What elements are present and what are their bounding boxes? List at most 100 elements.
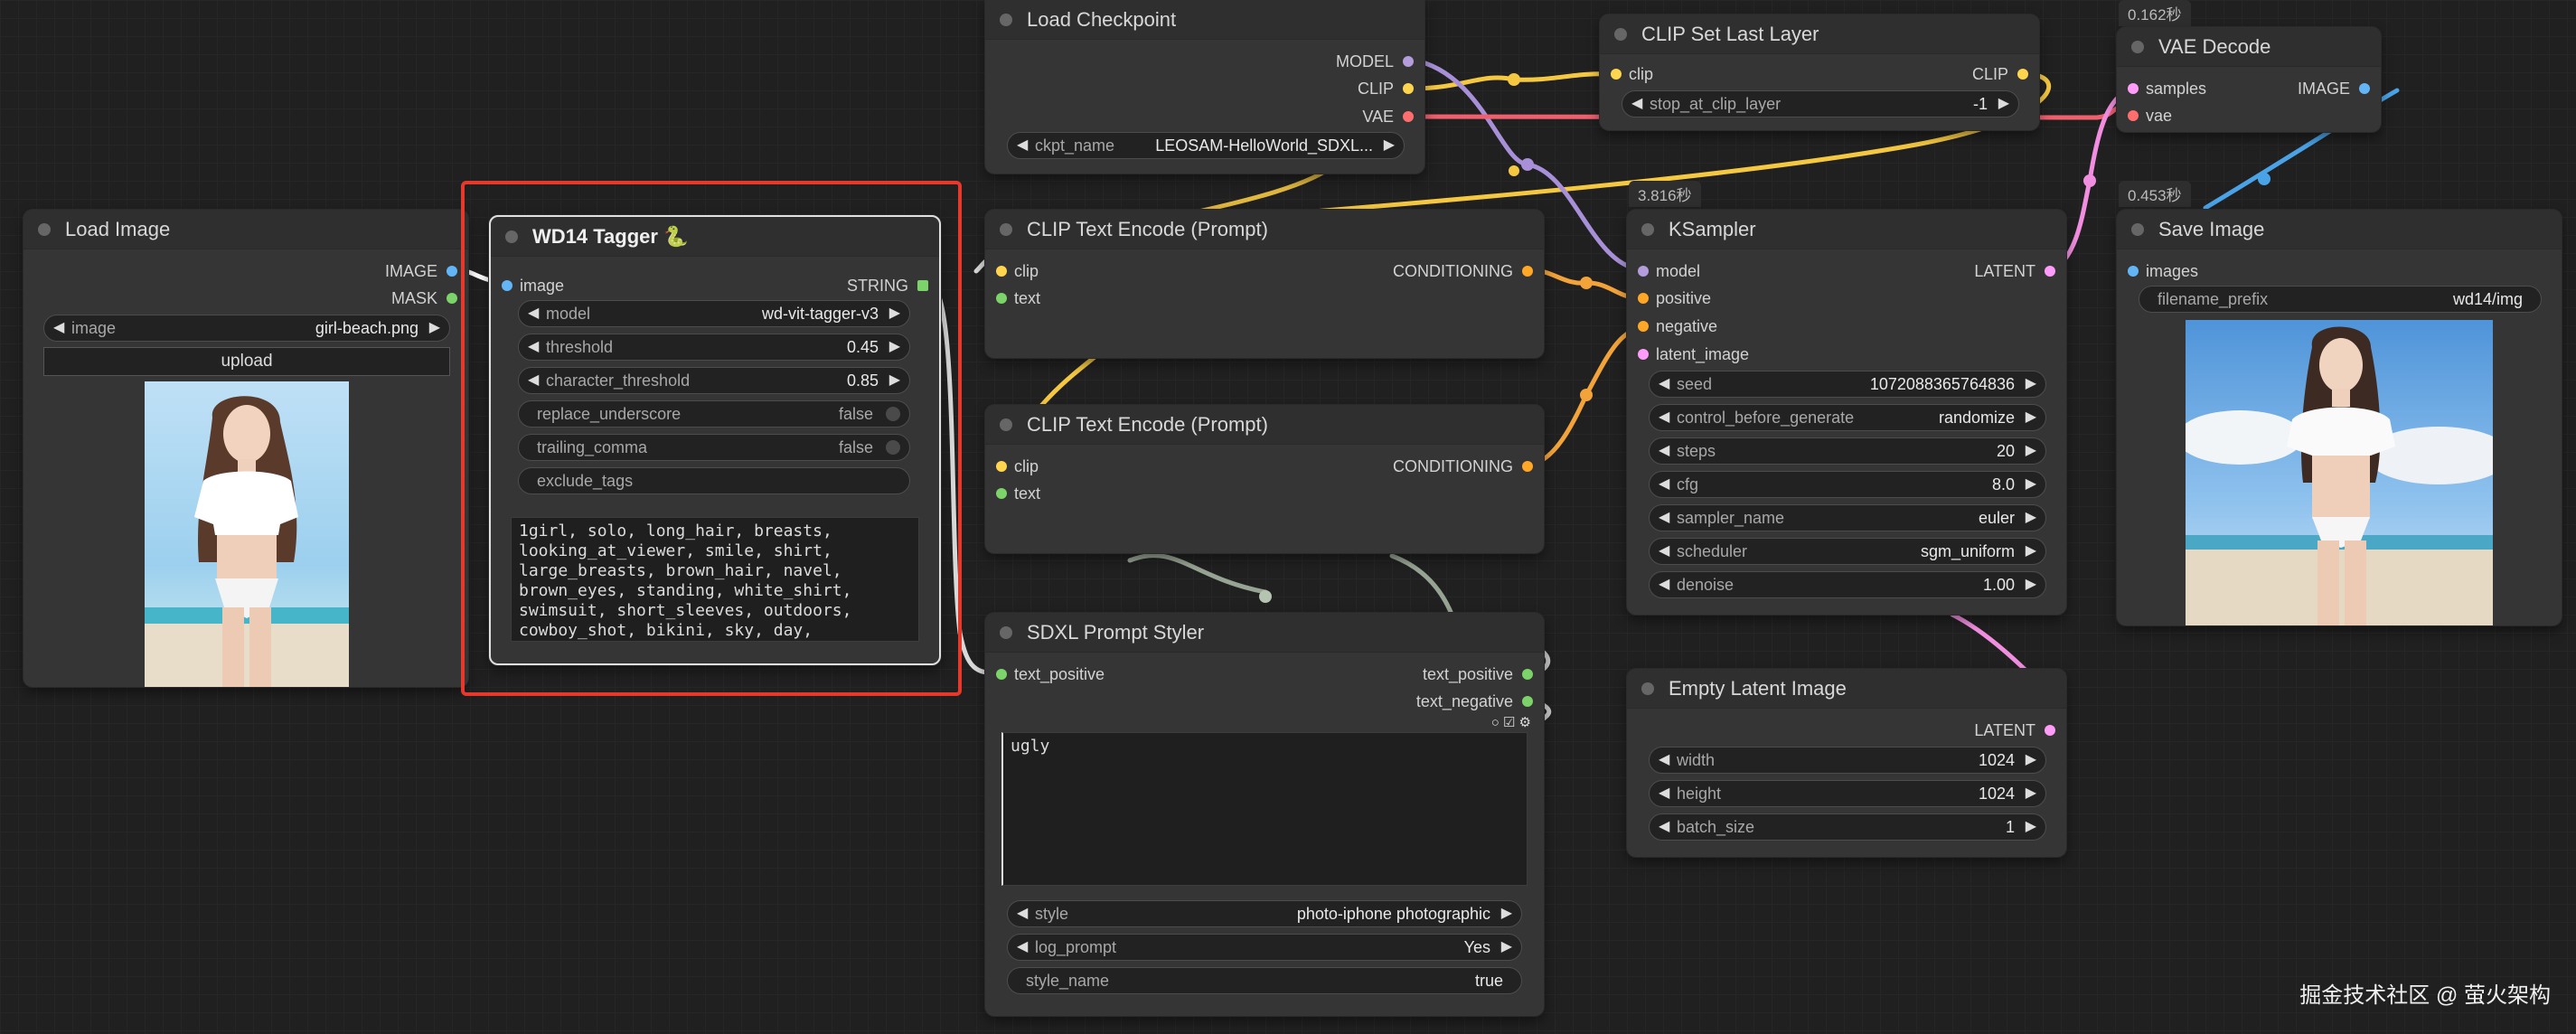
output-image[interactable]: IMAGE <box>24 260 468 282</box>
reroute-dot[interactable] <box>1259 590 1272 603</box>
output-text-positive[interactable]: text_positive <box>985 663 1544 685</box>
upload-button[interactable]: upload <box>43 347 450 376</box>
node-title-bar[interactable]: WD14 Tagger 🐍 <box>491 217 939 257</box>
collapse-dot-icon[interactable] <box>505 230 518 243</box>
arrow-right-icon[interactable]: ▶ <box>889 301 900 326</box>
filename-prefix-field[interactable]: filename_prefix wd14/img <box>2139 286 2542 313</box>
arrow-left-icon[interactable]: ◀ <box>1659 505 1669 531</box>
reroute-dot[interactable] <box>1508 73 1520 86</box>
circle-icon[interactable]: ○ <box>1491 715 1500 730</box>
output-image[interactable]: IMAGE <box>2117 78 2381 99</box>
input-text[interactable]: text <box>985 287 1166 309</box>
arrow-right-icon[interactable]: ▶ <box>2026 539 2036 564</box>
node-title-bar[interactable]: Save Image <box>2117 210 2562 249</box>
arrow-left-icon[interactable]: ◀ <box>1017 901 1028 926</box>
text-socket-icon[interactable] <box>1522 669 1533 680</box>
arrow-right-icon[interactable]: ▶ <box>889 368 900 393</box>
output-string[interactable]: STRING <box>491 275 939 296</box>
trailing-comma-toggle[interactable]: trailing_comma false <box>518 434 910 461</box>
model-socket-icon[interactable] <box>1403 56 1414 67</box>
output-clip[interactable]: CLIP <box>985 78 1424 99</box>
cfg-field[interactable]: ◀ cfg 8.0 ▶ <box>1649 471 2046 498</box>
arrow-left-icon[interactable]: ◀ <box>53 315 64 341</box>
node-title-bar[interactable]: Load Checkpoint <box>985 0 1424 40</box>
checkpoint-selector[interactable]: ◀ ckpt_name LEOSAM-HelloWorld_SDXL... ▶ <box>1007 132 1405 159</box>
output-latent[interactable]: LATENT <box>1627 260 2066 282</box>
clip-socket-icon[interactable] <box>1403 83 1414 94</box>
arrow-right-icon[interactable]: ▶ <box>2026 438 2036 464</box>
latent-socket-icon[interactable] <box>2045 725 2055 736</box>
wd14-tagger-node[interactable]: WD14 Tagger 🐍 image STRING ◀ model wd-vi… <box>489 215 941 665</box>
style-name-toggle[interactable]: style_name true <box>1007 967 1522 994</box>
denoise-field[interactable]: ◀ denoise 1.00 ▶ <box>1649 571 2046 598</box>
height-field[interactable]: ◀ height 1024 ▶ <box>1649 780 2046 807</box>
arrow-right-icon[interactable]: ▶ <box>2026 371 2036 397</box>
style-selector[interactable]: ◀ style photo-iphone photographic ▶ <box>1007 900 1522 927</box>
checkbox-icon[interactable]: ☑ <box>1503 715 1515 730</box>
vae-decode-node[interactable]: VAE Decode samples vae IMAGE <box>2117 27 2381 132</box>
output-latent[interactable]: LATENT <box>1627 719 2066 741</box>
text-socket-icon[interactable] <box>1522 696 1533 707</box>
stop-at-clip-layer-field[interactable]: ◀ stop_at_clip_layer -1 ▶ <box>1622 90 2019 118</box>
image-socket-icon[interactable] <box>2128 266 2139 277</box>
vae-socket-icon[interactable] <box>2128 110 2139 121</box>
network-icon[interactable]: ⚙ <box>1519 715 1531 730</box>
arrow-right-icon[interactable]: ▶ <box>2026 472 2036 497</box>
collapse-dot-icon[interactable] <box>1614 28 1627 41</box>
clip-set-last-layer-node[interactable]: CLIP Set Last Layer clip CLIP ◀ stop_at_… <box>1600 14 2039 130</box>
arrow-right-icon[interactable]: ▶ <box>2026 405 2036 430</box>
clip-socket-icon[interactable] <box>2017 69 2028 80</box>
arrow-left-icon[interactable]: ◀ <box>528 301 539 326</box>
arrow-right-icon[interactable]: ▶ <box>2026 572 2036 597</box>
node-title-bar[interactable]: Empty Latent Image <box>1627 669 2066 709</box>
batch-size-field[interactable]: ◀ batch_size 1 ▶ <box>1649 813 2046 841</box>
reroute-dot[interactable] <box>2083 174 2096 187</box>
arrow-right-icon[interactable]: ▶ <box>2026 505 2036 531</box>
conditioning-socket-icon[interactable] <box>1638 293 1649 304</box>
arrow-right-icon[interactable]: ▶ <box>2026 747 2036 773</box>
latent-socket-icon[interactable] <box>2045 266 2055 277</box>
arrow-right-icon[interactable]: ▶ <box>429 315 440 341</box>
load-checkpoint-node[interactable]: Load Checkpoint MODEL CLIP VAE ◀ ckpt_na… <box>985 0 1424 174</box>
input-images[interactable]: images <box>2117 260 2298 282</box>
arrow-left-icon[interactable]: ◀ <box>1659 472 1669 497</box>
collapse-dot-icon[interactable] <box>1641 682 1654 695</box>
conditioning-socket-icon[interactable] <box>1522 461 1533 472</box>
text-socket-icon[interactable] <box>996 488 1007 499</box>
arrow-right-icon[interactable]: ▶ <box>1998 91 2009 117</box>
arrow-right-icon[interactable]: ▶ <box>2026 814 2036 840</box>
steps-field[interactable]: ◀ steps 20 ▶ <box>1649 437 2046 465</box>
collapse-dot-icon[interactable] <box>1000 223 1012 236</box>
sampler-name-selector[interactable]: ◀ sampler_name euler ▶ <box>1649 504 2046 531</box>
character-threshold-field[interactable]: ◀ character_threshold 0.85 ▶ <box>518 367 910 394</box>
replace-underscore-toggle[interactable]: replace_underscore false <box>518 400 910 428</box>
arrow-left-icon[interactable]: ◀ <box>1631 91 1642 117</box>
log-prompt-selector[interactable]: ◀ log_prompt Yes ▶ <box>1007 934 1522 961</box>
load-image-node[interactable]: Load Image IMAGE MASK ◀ image girl-beach… <box>24 210 468 687</box>
arrow-left-icon[interactable]: ◀ <box>1659 371 1669 397</box>
arrow-left-icon[interactable]: ◀ <box>1017 133 1028 158</box>
arrow-right-icon[interactable]: ▶ <box>1501 935 1512 960</box>
output-text-negative[interactable]: text_negative <box>985 691 1544 712</box>
clip-text-encode-node[interactable]: CLIP Text Encode (Prompt) clip text COND… <box>985 405 1544 553</box>
input-latent[interactable]: latent_image <box>1627 343 1808 365</box>
node-title-bar[interactable]: VAE Decode <box>2117 27 2381 67</box>
arrow-left-icon[interactable]: ◀ <box>1659 572 1669 597</box>
arrow-right-icon[interactable]: ▶ <box>1384 133 1395 158</box>
style-text-input[interactable]: ugly <box>1001 732 1528 886</box>
control-before-generate-selector[interactable]: ◀ control_before_generate randomize ▶ <box>1649 404 2046 431</box>
clip-text-encode-node[interactable]: CLIP Text Encode (Prompt) clip text COND… <box>985 210 1544 358</box>
node-title-bar[interactable]: KSampler <box>1627 210 2066 249</box>
width-field[interactable]: ◀ width 1024 ▶ <box>1649 747 2046 774</box>
reroute-dot[interactable] <box>1521 158 1534 171</box>
input-negative[interactable]: negative <box>1627 315 1808 337</box>
exclude-tags-field[interactable]: exclude_tags <box>518 467 910 494</box>
node-title-bar[interactable]: CLIP Text Encode (Prompt) <box>985 210 1544 249</box>
arrow-right-icon[interactable]: ▶ <box>1501 901 1512 926</box>
toggle-knob-icon[interactable] <box>886 440 900 455</box>
image-socket-icon[interactable] <box>447 266 457 277</box>
image-selector[interactable]: ◀ image girl-beach.png ▶ <box>43 315 450 342</box>
node-title-bar[interactable]: Load Image <box>24 210 468 249</box>
input-vae[interactable]: vae <box>2117 105 2261 127</box>
arrow-left-icon[interactable]: ◀ <box>1659 539 1669 564</box>
